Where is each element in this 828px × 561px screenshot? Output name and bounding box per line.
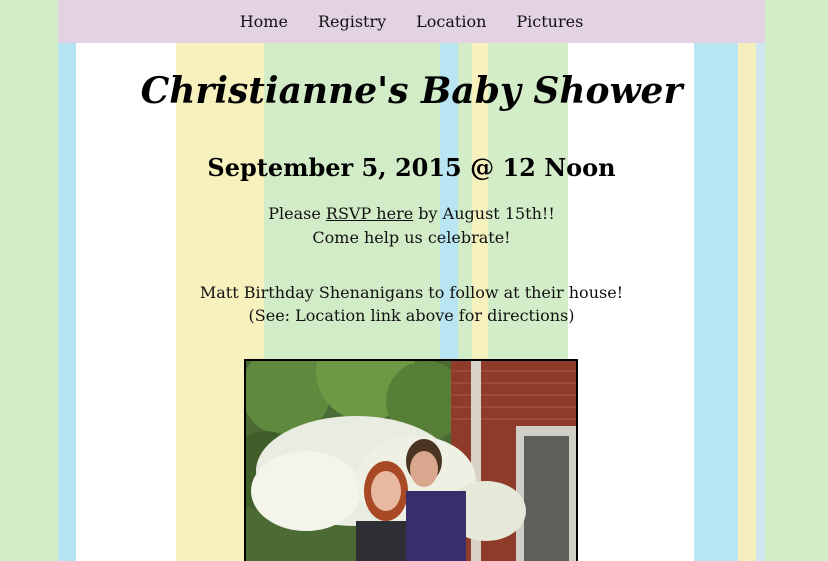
top-nav: Home Registry Location Pictures <box>58 0 765 43</box>
rsvp-link[interactable]: RSVP here <box>326 204 413 223</box>
celebrate-line: Come help us celebrate! <box>312 228 511 247</box>
nav-pictures[interactable]: Pictures <box>516 12 583 31</box>
rsvp-line: Please RSVP here by August 15th!! <box>58 204 765 223</box>
background-stripe <box>756 43 765 561</box>
background-stripe <box>738 43 756 561</box>
background-stripe <box>76 43 176 561</box>
rsvp-prefix: Please <box>268 204 326 223</box>
shenanigans-line: Matt Birthday Shenanigans to follow at t… <box>199 283 624 302</box>
background-stripe <box>694 43 738 561</box>
background-stripe <box>568 43 694 561</box>
event-date: September 5, 2015 @ 12 Noon <box>207 153 616 182</box>
photo-image <box>246 361 576 561</box>
nav-location[interactable]: Location <box>416 12 486 31</box>
couple-photo <box>244 359 578 561</box>
directions-line: (See: Location link above for directions… <box>248 306 575 325</box>
rsvp-suffix: by August 15th!! <box>413 204 555 223</box>
nav-home[interactable]: Home <box>240 12 288 31</box>
background-stripe <box>62 43 76 561</box>
page-title: Christianne's Baby Shower <box>140 70 683 112</box>
page-container: Home Registry Location Pictures Christia… <box>58 0 765 561</box>
nav-registry[interactable]: Registry <box>318 12 386 31</box>
